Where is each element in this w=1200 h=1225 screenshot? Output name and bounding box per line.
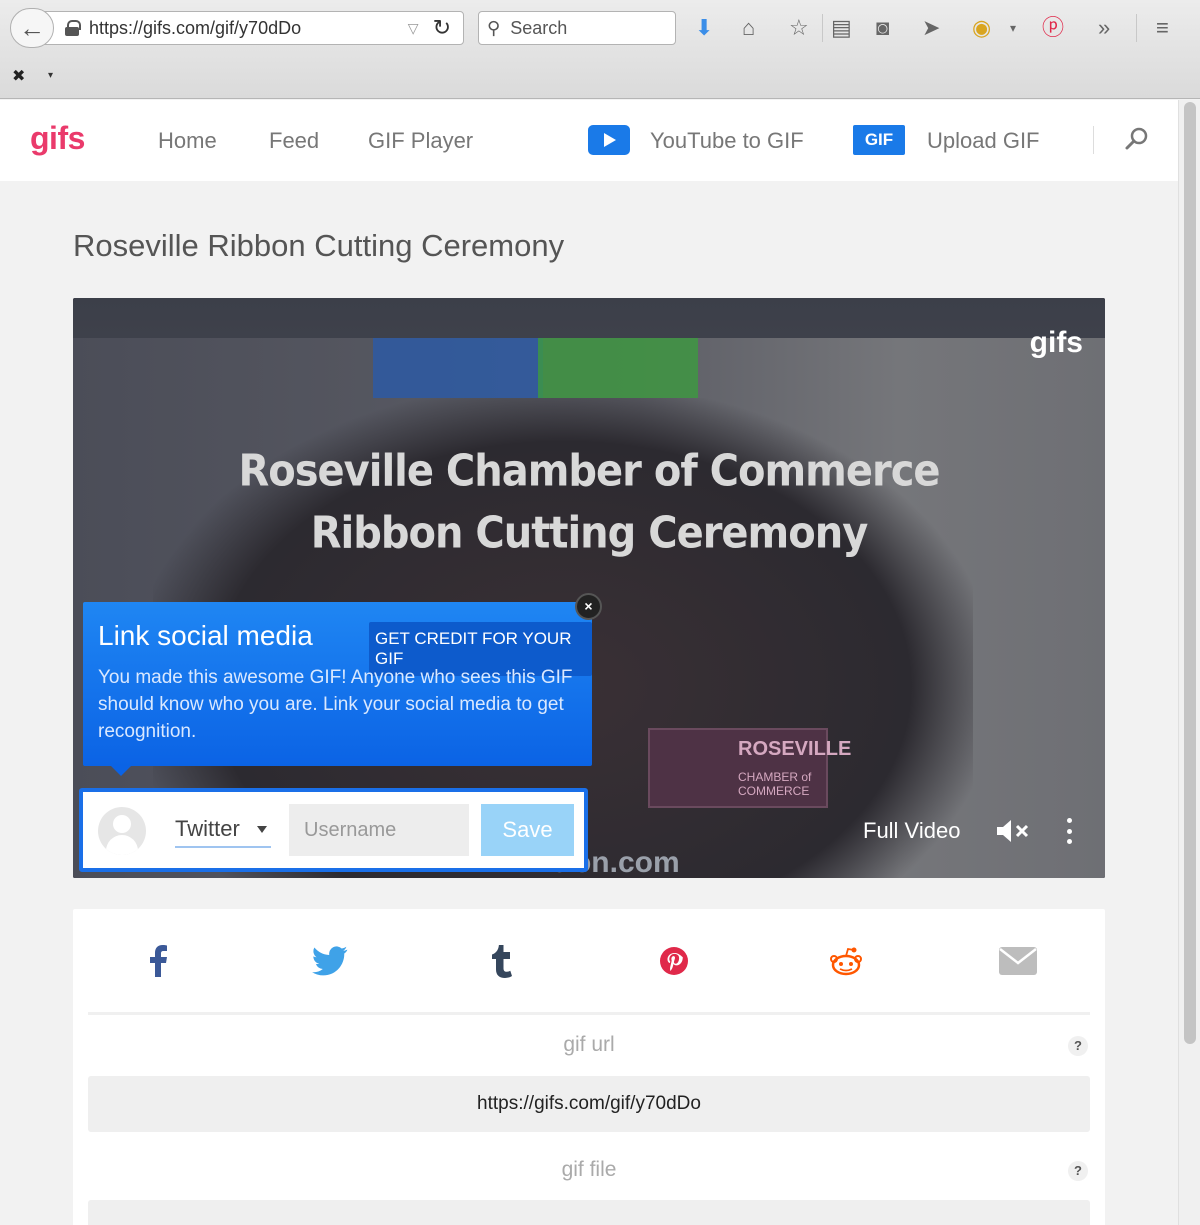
pin-icon[interactable]: ✖ — [12, 66, 25, 86]
email-icon[interactable] — [996, 939, 1040, 983]
send-icon[interactable]: ➤ — [922, 14, 940, 42]
pinterest-icon[interactable] — [652, 939, 696, 983]
plaque-subtitle: CHAMBER of COMMERCE — [738, 770, 811, 798]
back-button[interactable]: ← — [10, 8, 54, 48]
popup-body: You made this awesome GIF! Anyone who se… — [98, 667, 573, 742]
site-header: gifs Home Feed GIF Player YouTube to GIF… — [0, 100, 1178, 181]
pocket-icon[interactable]: ◙ — [876, 14, 889, 42]
back-arrow-icon: ← — [19, 12, 45, 43]
full-video-link[interactable]: Full Video — [863, 818, 960, 844]
plaque-subtitle-line-1: CHAMBER of — [738, 770, 812, 784]
gif-url-label: gif url — [563, 1033, 615, 1056]
more-options-icon[interactable] — [1065, 818, 1073, 844]
site-logo[interactable]: gifs — [30, 120, 85, 157]
twitter-icon[interactable] — [308, 939, 352, 983]
extension-globe-icon[interactable]: ◉ — [972, 14, 991, 42]
gif-url-field[interactable]: https://gifs.com/gif/y70dDo — [88, 1076, 1090, 1132]
url-bar[interactable]: https://gifs.com/gif/y70dDo ▽ ↻ — [44, 11, 464, 45]
overflow-chevron-icon[interactable]: » — [1098, 14, 1110, 42]
popup-heading: Link social media — [98, 620, 313, 651]
site-search-icon[interactable] — [1124, 126, 1150, 152]
share-panel: gif url ? https://gifs.com/gif/y70dDo gi… — [73, 909, 1105, 1225]
plaque-title: ROSEVILLE — [738, 738, 852, 760]
chevron-down-icon[interactable] — [257, 826, 267, 833]
download-icon[interactable]: ⬇ — [695, 14, 713, 42]
nav-gif-player[interactable]: GIF Player — [368, 128, 473, 154]
tumblr-icon[interactable] — [480, 939, 524, 983]
nav-home[interactable]: Home — [158, 128, 217, 154]
facebook-icon[interactable] — [136, 939, 180, 983]
plaque-subtitle-line-2: COMMERCE — [738, 784, 810, 798]
gif-url-help-icon[interactable]: ? — [1068, 1036, 1088, 1056]
reddit-icon[interactable] — [824, 939, 868, 983]
hamburger-menu-icon[interactable]: ≡ — [1156, 14, 1169, 42]
reload-icon[interactable]: ↻ — [433, 15, 451, 41]
gif-file-help-icon[interactable]: ? — [1068, 1161, 1088, 1181]
url-history-dropdown-icon[interactable]: ▽ — [408, 20, 419, 37]
home-icon[interactable]: ⌂ — [742, 14, 755, 42]
gif-file-field[interactable] — [88, 1200, 1090, 1225]
share-divider — [88, 1012, 1090, 1015]
header-separator — [1093, 126, 1094, 154]
page-scrollbar[interactable] — [1178, 100, 1200, 1225]
scrollbar-thumb[interactable] — [1184, 102, 1196, 1044]
social-link-form: Twitter Save — [79, 788, 588, 872]
save-button[interactable]: Save — [481, 804, 574, 856]
share-icon-row — [73, 939, 1105, 983]
pin-dropdown-icon[interactable]: ▾ — [48, 70, 53, 81]
popup-close-icon[interactable]: × — [575, 593, 602, 620]
search-icon: ⚲ — [487, 17, 501, 38]
toolbar-separator — [1136, 14, 1137, 42]
nav-upload-gif[interactable]: Upload GIF — [927, 128, 1040, 154]
avatar — [98, 807, 146, 855]
nav-feed[interactable]: Feed — [269, 128, 319, 154]
pinterest-toolbar-icon[interactable]: ⓟ — [1042, 14, 1064, 42]
nav-youtube-to-gif[interactable]: YouTube to GIF — [650, 128, 804, 154]
toolbar-separator — [822, 14, 823, 42]
browser-search-box[interactable]: ⚲ Search — [478, 11, 676, 45]
reading-list-icon[interactable]: ▤ — [831, 14, 852, 42]
mute-icon[interactable] — [995, 818, 1035, 844]
extension-dropdown-icon[interactable]: ▾ — [1010, 14, 1016, 42]
gif-caption-line-1: Roseville Chamber of Commerce — [238, 445, 940, 497]
gif-file-label: gif file — [561, 1158, 617, 1181]
url-text[interactable]: https://gifs.com/gif/y70dDo — [89, 18, 408, 39]
bookmark-star-icon[interactable]: ☆ — [789, 14, 809, 42]
browser-toolbar: https://gifs.com/gif/y70dDo ▽ ↻ ← ⚲ Sear… — [0, 0, 1200, 99]
search-placeholder: Search — [510, 17, 568, 38]
link-social-popup: Link social media GET CREDIT FOR YOUR GI… — [83, 602, 592, 776]
gif-caption-line-2: Ribbon Cutting Ceremony — [310, 507, 869, 559]
lock-icon — [65, 20, 81, 36]
gif-badge-icon[interactable]: GIF — [853, 125, 905, 155]
youtube-play-icon[interactable] — [588, 125, 630, 155]
page-title: Roseville Ribbon Cutting Ceremony — [73, 228, 565, 263]
username-input[interactable] — [289, 804, 469, 856]
gifs-watermark: gifs — [1029, 326, 1083, 359]
